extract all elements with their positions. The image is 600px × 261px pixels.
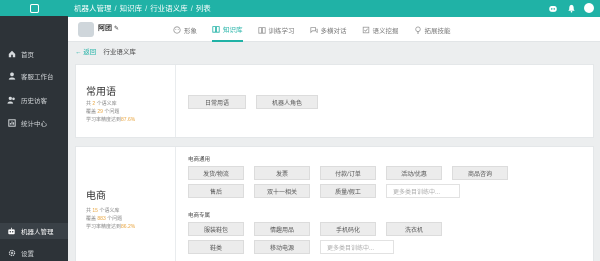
tab-label: 语义挖掘 xyxy=(372,27,399,35)
group-label-general: 电商通用 xyxy=(188,157,211,163)
page-title: 行业语义库 xyxy=(103,48,136,56)
training-icon xyxy=(257,26,266,34)
chip-invoice[interactable]: 发票 xyxy=(254,166,310,180)
robot-icon xyxy=(7,227,16,236)
chip-shoes[interactable]: 鞋类 xyxy=(188,240,244,254)
breadcrumb-list: 列表 xyxy=(195,4,211,13)
robot-name-text: 阿团 xyxy=(98,25,112,32)
chip-daily-phrases[interactable]: 日常用语 xyxy=(188,95,246,109)
tab-label: 训练学习 xyxy=(268,27,295,35)
chip-payment[interactable]: 付款/订单 xyxy=(320,166,376,180)
sidebar-item-label: 机器人管理 xyxy=(21,229,54,236)
category-summary: 常用语 共 2 个语义库 覆盖 29 个问题 学习率精度达到87.6% xyxy=(76,65,176,137)
sidebar-item-history[interactable]: 历史访客 xyxy=(0,92,68,108)
dialog-icon xyxy=(309,26,318,34)
edit-pencil-icon[interactable]: ✎ xyxy=(114,26,119,32)
sidebar-item-label: 历史访客 xyxy=(21,98,47,105)
chip-product-inquiry[interactable]: 商品咨询 xyxy=(452,166,508,180)
stat-library-count: 共 15 个语义库 xyxy=(86,208,120,214)
robot-face-icon[interactable] xyxy=(548,3,558,13)
face-icon xyxy=(173,25,181,34)
more-categories-training: 更多类目训练中... xyxy=(386,184,460,198)
chip-after-sales[interactable]: 售后 xyxy=(188,184,244,198)
breadcrumb-separator: / xyxy=(190,4,193,13)
tab-knowledge[interactable]: 知识库 xyxy=(212,17,243,42)
chip-phone[interactable]: 手机码化 xyxy=(320,222,376,236)
bulb-icon xyxy=(414,26,422,34)
breadcrumb-robot-management[interactable]: 机器人管理 xyxy=(74,3,112,14)
robot-header: 阿团 ✎ 形象 知识库 训练学习 多横对话 语义挖掘 拓展技能 xyxy=(68,17,600,42)
gear-icon xyxy=(7,249,16,258)
tab-appearance[interactable]: 形象 xyxy=(173,17,197,42)
tab-mining[interactable]: 语义挖掘 xyxy=(362,17,399,42)
chip-clothing[interactable]: 服装鞋包 xyxy=(188,222,244,236)
logo-icon xyxy=(29,3,39,13)
sidebar: 首页 客服工作台 历史访客 统计中心 机器人管理 设置 xyxy=(0,0,68,261)
sidebar-item-label: 统计中心 xyxy=(21,121,47,128)
chip-power-bank[interactable]: 移动电源 xyxy=(254,240,310,254)
user-avatar[interactable] xyxy=(584,3,594,13)
more-categories-training: 更多类目训练中... xyxy=(320,240,394,254)
sidebar-item-label: 首页 xyxy=(21,52,34,59)
breadcrumb-separator: / xyxy=(145,4,148,13)
chip-washing-machine[interactable]: 洗衣机 xyxy=(386,222,442,236)
chart-icon xyxy=(7,119,16,128)
user-icon xyxy=(7,72,16,81)
breadcrumb-industry-semantic[interactable]: 行业语义库 xyxy=(150,3,188,14)
stat-accuracy: 学习率精度达到86.2% xyxy=(86,224,136,230)
back-link[interactable]: ← 返回 xyxy=(75,46,96,56)
sidebar-item-home[interactable]: 首页 xyxy=(0,46,68,62)
chip-promotion[interactable]: 活动/优惠 xyxy=(386,166,442,180)
top-breadcrumb-bar: 机器人管理 / 知识库 / 行业语义库 / 列表 xyxy=(68,0,600,17)
group-label-exclusive: 电商专属 xyxy=(188,213,211,219)
bell-icon[interactable] xyxy=(566,3,576,13)
home-icon xyxy=(7,50,16,59)
sidebar-item-label: 客服工作台 xyxy=(21,74,54,81)
robot-avatar xyxy=(78,22,94,37)
chip-adult-products[interactable]: 情趣用品 xyxy=(254,222,310,236)
chip-shipping[interactable]: 发货/物流 xyxy=(188,166,244,180)
breadcrumb-separator: / xyxy=(114,4,117,13)
sidebar-item-stats[interactable]: 统计中心 xyxy=(0,115,68,131)
robot-tabs: 形象 知识库 训练学习 多横对话 语义挖掘 拓展技能 xyxy=(173,17,466,42)
tab-label: 拓展技能 xyxy=(424,27,451,35)
stat-question-count: 覆盖 883 个问题 xyxy=(86,216,123,222)
category-title: 常用语 xyxy=(86,87,116,98)
category-summary: 电商 共 15 个语义库 覆盖 883 个问题 学习率精度达到86.2% xyxy=(76,147,176,261)
stat-library-count: 共 2 个语义库 xyxy=(86,101,117,107)
breadcrumb-knowledge[interactable]: 知识库 xyxy=(120,3,143,14)
tab-skills[interactable]: 拓展技能 xyxy=(414,17,451,42)
tab-dialog[interactable]: 多横对话 xyxy=(309,17,347,42)
people-icon xyxy=(7,96,16,105)
chip-double-eleven[interactable]: 双十一相关 xyxy=(254,184,310,198)
book-icon xyxy=(212,25,220,33)
sidebar-item-settings[interactable]: 设置 xyxy=(0,245,68,261)
tab-training[interactable]: 训练学习 xyxy=(257,17,295,42)
sidebar-item-workbench[interactable]: 客服工作台 xyxy=(0,68,68,84)
chip-robot-role[interactable]: 机器人角色 xyxy=(256,95,318,109)
sidebar-item-label: 设置 xyxy=(21,251,34,258)
category-title: 电商 xyxy=(86,191,106,202)
page-breadcrumb: ← 返回 行业语义库 xyxy=(68,42,600,59)
chip-quality[interactable]: 质量/假工 xyxy=(320,184,376,198)
robot-name: 阿团 ✎ xyxy=(98,23,119,33)
mining-icon xyxy=(362,26,370,34)
tab-label: 多横对话 xyxy=(320,27,347,35)
tab-label: 知识库 xyxy=(223,26,243,34)
tab-label: 形象 xyxy=(184,27,197,35)
category-card-common: 常用语 共 2 个语义库 覆盖 29 个问题 学习率精度达到87.6% 日常用语… xyxy=(75,64,594,138)
brand-logo[interactable] xyxy=(0,0,68,16)
stat-question-count: 覆盖 29 个问题 xyxy=(86,109,120,115)
category-card-ecommerce: 电商 共 15 个语义库 覆盖 883 个问题 学习率精度达到86.2% 电商通… xyxy=(75,146,594,261)
stat-accuracy: 学习率精度达到87.6% xyxy=(86,117,136,123)
sidebar-item-robot[interactable]: 机器人管理 xyxy=(0,223,68,239)
